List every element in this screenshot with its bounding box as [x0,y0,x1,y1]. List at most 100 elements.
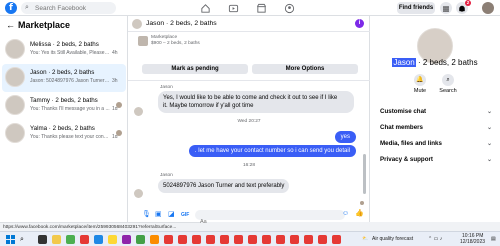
microphone-icon[interactable]: 🎙 [142,211,151,219]
app-icon[interactable] [150,235,159,244]
chevron-down-icon: ⌄ [486,109,492,115]
app-icon[interactable] [80,235,89,244]
outgoing-message: yes [334,131,356,143]
marketplace-sidebar: ← Marketplace Melissa · 2 beds, 2 baths Y… [0,16,128,222]
scrollbar[interactable] [363,154,366,194]
conversation-time: 3h [112,78,118,84]
chrome-icon[interactable] [164,235,173,244]
mute-button[interactable]: 🔔 Mute [408,74,432,94]
system-tray-icons[interactable]: ⌃ ▭ ♪ [428,236,442,242]
section-label: Chat members [380,124,423,131]
conversation-time: 4h [112,50,118,56]
chrome-icon[interactable] [178,235,187,244]
search-input[interactable] [35,2,113,14]
chrome-icon[interactable] [206,235,215,244]
app-icon[interactable] [94,235,103,244]
menu-grid-button[interactable] [440,2,452,14]
home-icon[interactable] [200,3,211,14]
conversation-item[interactable]: Yalma · 2 beds, 2 baths You: Thanks plea… [2,120,126,148]
conversation-item[interactable]: Melissa · 2 beds, 2 baths You: Yes its S… [2,36,126,64]
taskbar-search-icon[interactable]: ⌕ [20,235,29,244]
chat-members-item[interactable]: Chat members ⌄ [380,124,492,131]
air-quality-text[interactable]: Air quality forecast [372,236,413,242]
search-button[interactable]: ⌕ Search [436,74,460,94]
find-friends-button[interactable]: Find friends [397,2,435,14]
chat-title[interactable]: Jason · 2 beds, 2 baths [146,20,217,27]
info-icon[interactable]: i [355,19,364,28]
chrome-icon[interactable] [290,235,299,244]
mark-as-pending-button[interactable]: Mark as pending [142,64,248,74]
seen-avatar [116,102,122,108]
conversation-snippet: You: Thanks I'll message you in a ... [30,106,110,112]
taskview-icon[interactable] [38,235,47,244]
customise-chat-item[interactable]: Customise chat ⌄ [380,108,492,115]
app-icon[interactable] [136,235,145,244]
conversation-item-active[interactable]: Jason · 2 beds, 2 baths Jason: 502489797… [2,64,126,92]
bell-icon: 🔔 [414,74,426,86]
media-files-links-item[interactable]: Media, files and links ⌄ [380,140,492,147]
chrome-icon[interactable] [220,235,229,244]
chevron-down-icon: ⌄ [486,141,492,147]
listing-thumbnail [5,39,25,59]
chrome-icon[interactable] [318,235,327,244]
app-icon[interactable] [66,235,75,244]
marketplace-icon[interactable] [256,3,267,14]
file-explorer-icon[interactable] [52,235,61,244]
sender-avatar [134,189,143,198]
details-name-rest: · 2 beds, 2 baths [415,58,478,67]
air-quality-icon: ⛅ [362,236,369,242]
app-icon[interactable] [122,235,131,244]
message-input[interactable] [195,217,325,227]
message-composer: 🎙 ▣ ◪ GIF ☺ 👍 [128,208,370,227]
clock-date[interactable]: 12/18/2023 [460,239,485,245]
message-sender: Jason [160,173,173,178]
message-input-box[interactable] [195,210,345,227]
selected-name-text: Jason [392,58,416,67]
profile-avatar[interactable] [482,2,494,14]
chrome-icon[interactable] [234,235,243,244]
notification-center-icon[interactable]: ▤ [491,236,496,242]
windows-start-icon[interactable] [6,235,15,244]
gif-icon[interactable]: GIF [181,211,189,219]
chrome-icon[interactable] [332,235,341,244]
sticker-icon[interactable]: ◪ [168,211,175,219]
chrome-icon[interactable] [276,235,285,244]
chrome-icon[interactable] [248,235,257,244]
chrome-icon[interactable] [304,235,313,244]
grid-icon [443,6,449,12]
conversation-title: Jason · 2 beds, 2 baths [30,69,95,76]
timestamp: 16:28 [242,163,255,168]
more-options-button[interactable]: More Options [252,64,358,74]
listing-price[interactable]: $900 – 2 beds, 2 baths [151,41,200,46]
message-sender: Jason [160,85,173,90]
message-list: Jason Yes, I would like to be able to co… [128,80,370,208]
chat-avatar[interactable] [132,19,142,29]
groups-icon[interactable] [284,3,295,14]
listing-thumbnail [5,67,25,87]
conversation-item[interactable]: Tammy · 2 beds, 2 baths You: Thanks I'll… [2,92,126,120]
chrome-icon[interactable] [262,235,271,244]
search-label: Search [439,88,457,94]
taskbar: ⌕ ⛅ Air quality forecast ⌃ ▭ ♪ 10:16 PM … [0,231,500,246]
image-icon[interactable]: ▣ [155,211,162,219]
chat-panel: Jason · 2 beds, 2 baths i Marketplace $9… [128,16,370,227]
search-box[interactable]: ⌕ [21,2,116,14]
notification-badge: 2 [465,0,471,6]
privacy-support-item[interactable]: Privacy & support ⌄ [380,156,492,163]
app-icon[interactable] [108,235,117,244]
incoming-message: Yes, I would like to be able to come and… [158,91,354,113]
section-label: Media, files and links [380,140,442,147]
back-arrow-icon[interactable]: ← [6,20,15,30]
chrome-icon[interactable] [192,235,201,244]
facebook-logo[interactable]: f [5,2,17,14]
sidebar-title: Marketplace [18,20,71,30]
listing-thumbnail[interactable] [138,36,148,46]
notifications-button[interactable]: 2 [456,0,471,14]
like-icon[interactable]: 👍 [355,210,364,218]
conversation-title: Yalma · 2 beds, 2 baths [30,125,95,132]
video-icon[interactable] [228,3,239,14]
listing-thumbnail [5,123,25,143]
conversation-snippet: You: Yes its Still Available, Please Sen… [30,50,110,56]
chevron-down-icon: ⌄ [486,125,492,131]
emoji-icon[interactable]: ☺ [342,210,349,218]
